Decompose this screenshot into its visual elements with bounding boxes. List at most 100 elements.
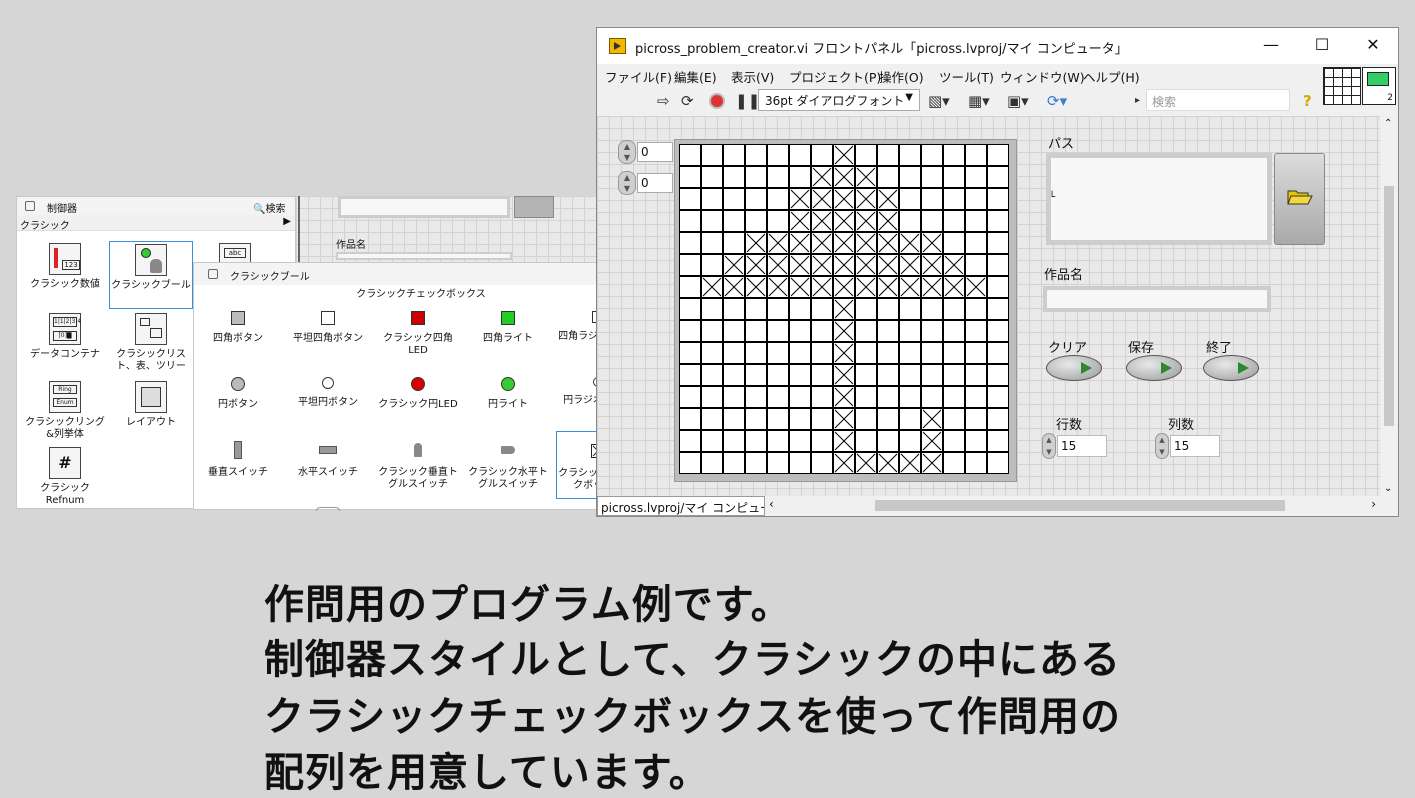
ctl-square-button[interactable]: 四角ボタン [196,311,280,345]
checkbox-checked[interactable] [767,276,789,298]
ctl-round-button[interactable]: 円ボタン [196,377,280,411]
abort-icon[interactable] [709,93,725,109]
ctl-horizontal-toggle[interactable]: クラシック水平トグルスイッチ [466,441,550,491]
checkbox-unchecked[interactable] [745,386,767,408]
checkbox-unchecked[interactable] [877,364,899,386]
checkbox-unchecked[interactable] [899,320,921,342]
palette-item-classic-list[interactable]: クラシックリスト、表、ツリー [109,313,193,373]
checkbox-checked[interactable] [833,166,855,188]
checkbox-unchecked[interactable] [701,166,723,188]
checkbox-unchecked[interactable] [767,386,789,408]
checkbox-unchecked[interactable] [943,298,965,320]
rows-value[interactable]: 15 [1057,435,1107,457]
checkbox-checked[interactable] [855,166,877,188]
checkbox-checked[interactable] [767,232,789,254]
search-input[interactable]: 検索 [1146,89,1290,111]
checkbox-unchecked[interactable] [987,144,1009,166]
checkbox-unchecked[interactable] [679,452,701,474]
ctl-round-light[interactable]: 円ライト [466,377,550,411]
checkbox-checked[interactable] [811,210,833,232]
checkbox-unchecked[interactable] [921,166,943,188]
title-input[interactable] [1043,286,1271,312]
ctl-flat-square-button[interactable]: 平坦四角ボタン [286,311,370,345]
checkbox-unchecked[interactable] [987,232,1009,254]
checkbox-unchecked[interactable] [899,342,921,364]
checkbox-unchecked[interactable] [987,166,1009,188]
checkbox-unchecked[interactable] [789,430,811,452]
checkbox-unchecked[interactable] [877,408,899,430]
cols-spinner[interactable]: ▲ ▼ [1155,433,1169,459]
checkbox-unchecked[interactable] [679,430,701,452]
palette-item-classic-numeric[interactable]: 123 クラシック数値 [23,243,107,291]
picross-checkbox-array[interactable] [679,144,1011,476]
checkbox-unchecked[interactable] [679,276,701,298]
checkbox-unchecked[interactable] [767,144,789,166]
checkbox-checked[interactable] [833,210,855,232]
checkbox-unchecked[interactable] [965,166,987,188]
checkbox-unchecked[interactable] [723,320,745,342]
checkbox-unchecked[interactable] [899,188,921,210]
checkbox-unchecked[interactable] [811,386,833,408]
scroll-up-icon[interactable]: ⌃ [1384,118,1392,129]
scroll-right-icon[interactable]: › [1371,497,1376,511]
checkbox-unchecked[interactable] [767,342,789,364]
checkbox-unchecked[interactable] [899,386,921,408]
checkbox-unchecked[interactable] [943,364,965,386]
checkbox-unchecked[interactable] [855,342,877,364]
checkbox-checked[interactable] [877,254,899,276]
checkbox-unchecked[interactable] [701,298,723,320]
checkbox-unchecked[interactable] [965,452,987,474]
checkbox-unchecked[interactable] [723,210,745,232]
checkbox-unchecked[interactable] [679,210,701,232]
checkbox-unchecked[interactable] [943,166,965,188]
checkbox-unchecked[interactable] [745,298,767,320]
checkbox-checked[interactable] [921,452,943,474]
menu-tools[interactable]: ツール(T) [939,67,994,86]
checkbox-unchecked[interactable] [723,408,745,430]
checkbox-unchecked[interactable] [723,232,745,254]
checkbox-checked[interactable] [921,276,943,298]
checkbox-checked[interactable] [855,452,877,474]
checkbox-unchecked[interactable] [701,408,723,430]
checkbox-unchecked[interactable] [679,364,701,386]
checkbox-unchecked[interactable] [899,408,921,430]
resize-objects-icon[interactable]: ▣▾ [1007,92,1029,110]
exit-button[interactable] [1203,355,1259,381]
checkbox-unchecked[interactable] [789,364,811,386]
checkbox-unchecked[interactable] [855,320,877,342]
checkbox-unchecked[interactable] [767,364,789,386]
checkbox-unchecked[interactable] [921,188,943,210]
checkbox-unchecked[interactable] [987,342,1009,364]
checkbox-unchecked[interactable] [811,430,833,452]
checkbox-checked[interactable] [899,276,921,298]
checkbox-unchecked[interactable] [789,386,811,408]
checkbox-unchecked[interactable] [855,298,877,320]
checkbox-unchecked[interactable] [987,188,1009,210]
checkbox-checked[interactable] [899,254,921,276]
checkbox-checked[interactable] [833,430,855,452]
checkbox-checked[interactable] [701,276,723,298]
connector-pane-icon[interactable] [1323,67,1361,105]
run-continuously-icon[interactable]: ⟳ [681,92,694,110]
checkbox-checked[interactable] [833,364,855,386]
checkbox-unchecked[interactable] [877,430,899,452]
checkbox-unchecked[interactable] [789,144,811,166]
ctl-vertical-switch[interactable]: 垂直スイッチ [196,441,280,479]
checkbox-unchecked[interactable] [987,452,1009,474]
checkbox-unchecked[interactable] [899,298,921,320]
checkbox-unchecked[interactable] [701,232,723,254]
category-arrow-icon[interactable]: ▶ [283,216,291,227]
checkbox-checked[interactable] [833,254,855,276]
row-index-spinner[interactable]: ▲ ▼ [618,140,636,164]
checkbox-unchecked[interactable] [987,276,1009,298]
pin-icon[interactable] [25,201,35,211]
checkbox-unchecked[interactable] [767,188,789,210]
checkbox-checked[interactable] [811,254,833,276]
horizontal-scrollbar[interactable]: ‹ › [765,496,1380,516]
checkbox-unchecked[interactable] [921,342,943,364]
checkbox-unchecked[interactable] [987,364,1009,386]
checkbox-unchecked[interactable] [723,144,745,166]
checkbox-checked[interactable] [789,276,811,298]
checkbox-unchecked[interactable] [965,342,987,364]
checkbox-checked[interactable] [877,452,899,474]
